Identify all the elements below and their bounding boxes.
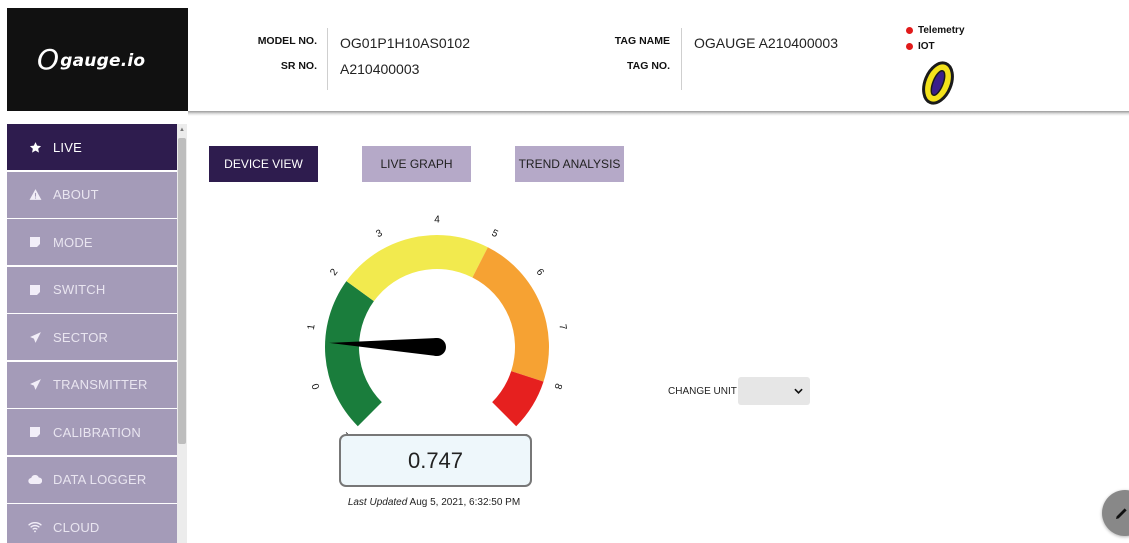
gauge-zone [492,371,544,427]
status-dot [906,43,913,50]
sidebar-item-label: LIVE [53,139,82,155]
gauge-needle-hub [428,338,446,356]
note-icon [28,425,42,439]
change-unit-label: CHANGE UNIT [668,386,737,397]
header-divider [681,28,682,90]
logo-letter: O [37,43,60,76]
sidebar-item-switch[interactable]: SWITCH [7,266,177,313]
gauge-tick-label: 3 [374,228,384,241]
sidebar-item-data-logger[interactable]: DATA LOGGER [7,456,177,503]
pressure-gauge: -10123456789 [306,215,568,440]
header-divider [327,28,328,90]
star-icon [28,140,42,154]
gauge-tick-label: 6 [534,267,546,278]
send-icon [28,330,42,344]
sidebar-item-label: ABOUT [53,187,99,202]
gauge-zone [346,234,488,302]
sidebar-item-label: DATA LOGGER [53,472,147,487]
model-no-value: OG01P1H10AS0102 [340,35,470,51]
gauge-zone [325,281,382,427]
logo-wordmark: gauge.io [60,51,146,71]
model-no-label: MODEL NO. [257,35,317,47]
pencil-icon [1116,508,1127,519]
last-updated: Last Updated Aug 5, 2021, 6:32:50 PM [300,497,568,508]
warning-icon [28,188,42,202]
header-shadow [188,111,1129,116]
sidebar-item-label: SWITCH [53,282,106,297]
status-label: IOT [918,41,935,52]
last-updated-value: Aug 5, 2021, 6:32:50 PM [409,497,521,508]
sidebar-item-calibration[interactable]: CALIBRATION [7,409,177,455]
status-iot: IOT [906,41,935,52]
sidebar-item-label: TRANSMITTER [53,377,148,392]
sidebar-item-label: CALIBRATION [53,424,141,440]
gauge-zone [472,247,549,382]
sr-no-label: SR NO. [280,60,317,72]
edit-fab-button[interactable] [1102,490,1129,536]
sidebar: LIVE ABOUT MODE SWITCH SECTOR TRANSMITTE… [7,124,177,543]
gauge-reading-display: 0.747 [339,434,532,487]
tag-no-label: TAG NO. [627,60,670,72]
header: Ogauge.io MODEL NO. SR NO. OG01P1H10AS01… [0,0,1129,112]
sidebar-item-live[interactable]: LIVE [7,124,177,170]
tab-live-graph[interactable]: LIVE GRAPH [362,146,471,182]
sidebar-item-label: MODE [53,234,93,250]
chevron-down-icon [794,388,803,394]
sidebar-item-transmitter[interactable]: TRANSMITTER [7,361,177,408]
sidebar-item-mode[interactable]: MODE [7,219,177,265]
gauge-tick-label: 4 [434,215,440,226]
note-icon [28,235,42,249]
tag-name-label: TAG NAME [614,35,670,47]
gauge-tick-label: 0 [310,381,322,390]
tab-trend-analysis[interactable]: TREND ANALYSIS [515,146,624,182]
gauge-tick-label: 7 [556,324,568,332]
status-telemetry: Telemetry [906,25,965,36]
sidebar-item-label: SECTOR [53,329,109,345]
sidebar-item-sector[interactable]: SECTOR [7,314,177,360]
gauge-tick-label: 1 [306,323,318,331]
gauge-zones [325,234,549,427]
gauge-reading-value: 0.747 [407,447,464,473]
status-label: Telemetry [918,25,965,36]
send-icon [28,378,42,392]
sr-no-value: A210400003 [340,61,420,77]
gauge-tick-label: 5 [490,228,500,241]
note-icon [28,283,42,297]
sidebar-item-label: CLOUD [53,519,100,535]
sidebar-item-about[interactable]: ABOUT [7,171,177,218]
gauge-tick-label: 8 [551,382,563,391]
scrollbar-thumb[interactable] [178,138,186,444]
brand-o-icon [922,61,954,105]
unit-select[interactable] [738,377,810,405]
tab-device-view[interactable]: DEVICE VIEW [209,146,318,182]
gauge-tick-label: 2 [328,267,340,278]
status-dot [906,27,913,34]
sidebar-scrollbar[interactable]: ▲ [177,124,187,543]
ogauge-logo: Ogauge.io [7,8,188,111]
wifi-icon [28,520,42,534]
cloud-icon [28,473,42,487]
last-updated-label: Last Updated [347,497,408,508]
sidebar-item-cloud[interactable]: CLOUD [7,504,177,543]
scroll-up-arrow-icon[interactable]: ▲ [179,127,185,133]
logo-text: Ogauge.io [37,43,145,76]
tag-name-value: OGAUGE A210400003 [694,35,838,51]
